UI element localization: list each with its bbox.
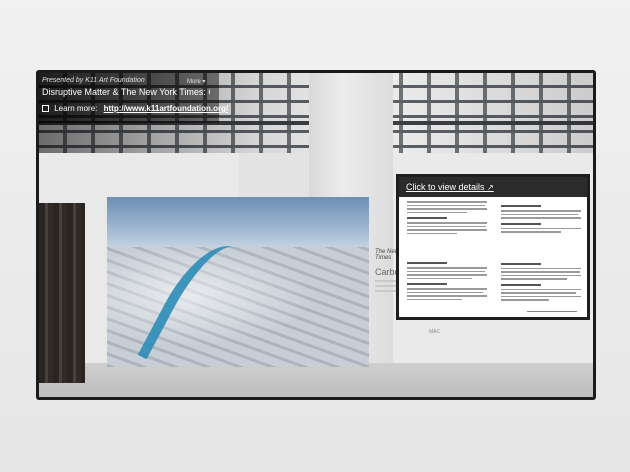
- text-line: [407, 232, 457, 234]
- external-link-icon: [42, 105, 49, 112]
- text-line: [407, 298, 462, 300]
- text-line: [501, 210, 581, 212]
- text-heading: [407, 262, 447, 264]
- presented-by-text: Presented by K11 Art Foundation: [42, 77, 145, 84]
- text-heading: [407, 217, 447, 219]
- external-link-icon: ↗: [487, 183, 494, 192]
- artwork-glacier-photograph[interactable]: [107, 197, 369, 367]
- details-panel-header: Click to view details ↗: [399, 177, 587, 197]
- learn-more-row: Learn more: http://www.k11artfoundation.…: [42, 104, 228, 113]
- text-line: [407, 225, 486, 227]
- text-heading: [501, 222, 541, 225]
- details-hotspot-panel[interactable]: Click to view details ↗: [396, 174, 590, 320]
- text-line: [501, 271, 580, 273]
- text-line: [407, 274, 487, 276]
- view-details-link[interactable]: Click to view details ↗: [406, 182, 494, 192]
- text-line: [407, 208, 487, 210]
- text-line: [501, 231, 561, 233]
- learn-more-link[interactable]: http://www.k11artfoundation.org/: [104, 104, 229, 113]
- more-label: More: [187, 79, 201, 85]
- text-line: [501, 299, 549, 301]
- text-line: [407, 270, 485, 272]
- text-line: [501, 227, 581, 229]
- text-line: [501, 217, 581, 219]
- text-line: [501, 288, 581, 290]
- gallery-floor: [39, 363, 593, 397]
- view-details-label: Click to view details: [406, 182, 485, 192]
- text-line: [407, 277, 472, 279]
- text-line: [501, 295, 581, 297]
- text-line: [407, 288, 487, 290]
- text-heading: [501, 205, 541, 207]
- text-heading: [407, 283, 447, 285]
- text-line: [501, 278, 567, 280]
- text-heading: [501, 283, 541, 286]
- details-preview-document: [407, 201, 581, 315]
- text-line: [501, 213, 578, 215]
- text-line: [407, 201, 487, 203]
- details-footnote: [527, 310, 577, 312]
- text-line: [407, 295, 487, 297]
- virtual-tour-screen[interactable]: The New York Times Carbo MAC Presented b…: [39, 73, 593, 397]
- tour-title: Disruptive Matter & The New York Times: …: [42, 87, 210, 97]
- text-line: [501, 267, 581, 269]
- tour-info-overlay: Presented by K11 Art Foundation More ▾ D…: [39, 73, 228, 123]
- text-line: [407, 211, 467, 213]
- details-column-left: [407, 201, 487, 302]
- sponsor-logos: MAC: [379, 327, 459, 341]
- gallery-curtain: [39, 203, 85, 383]
- text-line: [407, 222, 487, 224]
- more-button[interactable]: More ▾: [187, 78, 205, 85]
- mac-logo: MAC: [429, 329, 441, 335]
- text-line: [407, 291, 483, 293]
- learn-more-label: Learn more:: [54, 104, 98, 113]
- text-heading: [501, 262, 541, 265]
- chevron-down-icon: ▾: [202, 79, 206, 85]
- text-line: [407, 267, 487, 269]
- text-line: [501, 274, 581, 276]
- text-line: [501, 292, 576, 294]
- text-line: [407, 204, 485, 206]
- product-photo-background: The New York Times Carbo MAC Presented b…: [0, 0, 630, 472]
- details-column-right: [501, 201, 581, 303]
- text-line: [407, 229, 487, 231]
